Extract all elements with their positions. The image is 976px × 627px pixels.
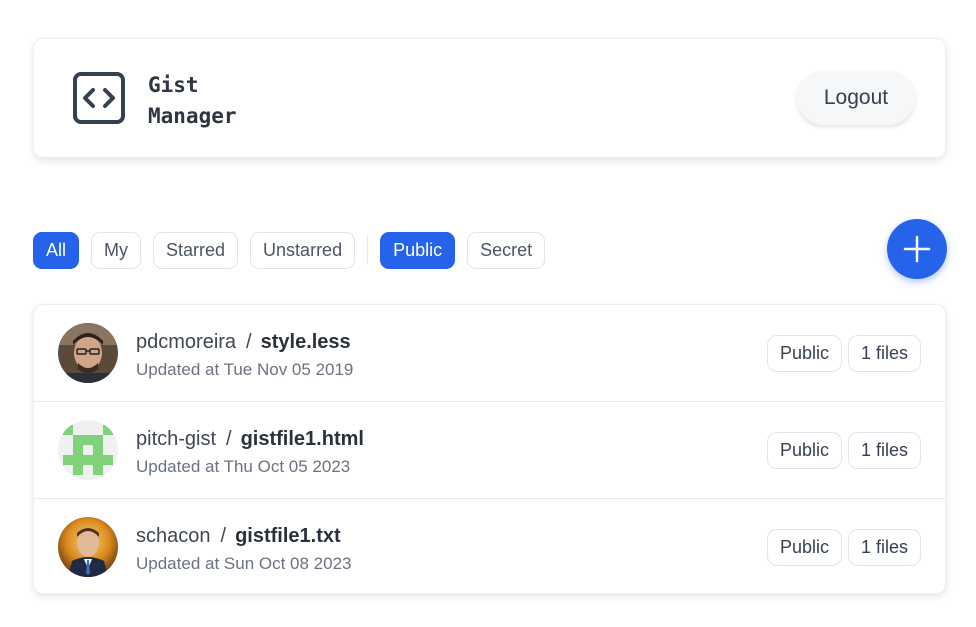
avatar [58, 517, 118, 577]
gist-filename: gistfile1.txt [235, 525, 341, 547]
visibility-badge: Public [766, 335, 842, 372]
gist-owner: pdcmoreira [136, 331, 237, 353]
gist-updated: Updated at Thu Oct 05 2023 [136, 457, 351, 476]
gist-row[interactable]: pitch-gist / gistfile1.html Updated at Thu… [34, 402, 945, 499]
gist-badges: Public 1 files [761, 335, 921, 372]
gist-updated: Updated at Sun Oct 08 2023 [136, 554, 352, 573]
files-badge: 1 files [847, 432, 921, 469]
gist-filename: style.less [260, 331, 351, 353]
filter-bar: All My Starred Unstarred Public Secret [33, 231, 557, 269]
avatar-photo [58, 517, 118, 577]
avatar [58, 420, 118, 480]
files-badge: 1 files [847, 335, 921, 372]
gist-row[interactable]: pdcmoreira / style.less Updated at Tue Nov… [34, 305, 945, 402]
gist-title[interactable]: pdcmoreira / style.less [136, 331, 351, 354]
filter-divider [367, 235, 369, 265]
gist-title[interactable]: schacon / gistfile1.txt [136, 525, 341, 548]
filter-my[interactable]: My [91, 231, 142, 269]
filter-secret[interactable]: Secret [467, 231, 546, 269]
avatar-photo [58, 323, 118, 383]
app-header: Gist Manager Logout [33, 38, 946, 158]
gist-badges: Public 1 files [761, 432, 921, 469]
gist-list: pdcmoreira / style.less Updated at Tue Nov… [33, 304, 946, 594]
logout-button[interactable]: Logout [797, 71, 915, 125]
filter-public[interactable]: Public [380, 231, 456, 269]
page: Gist Manager Logout All My Starred Unsta… [0, 0, 976, 627]
gist-separator: / [226, 428, 232, 450]
files-badge: 1 files [847, 529, 921, 566]
add-gist-button[interactable] [887, 219, 947, 279]
gist-title[interactable]: pitch-gist / gistfile1.html [136, 428, 364, 451]
gist-separator: / [220, 525, 227, 547]
filter-starred[interactable]: Starred [153, 231, 239, 269]
app-title: Gist Manager [148, 73, 237, 128]
gist-owner: schacon [136, 525, 211, 547]
visibility-badge: Public [766, 529, 842, 566]
gist-owner: pitch-gist [136, 428, 217, 450]
gist-separator: / [246, 331, 252, 353]
avatar-identicon [58, 420, 118, 480]
filter-all[interactable]: All [33, 231, 80, 269]
code-brackets-icon [73, 72, 125, 124]
gist-updated: Updated at Tue Nov 05 2019 [136, 360, 354, 379]
gist-row[interactable]: schacon / gistfile1.txt Updated at Sun Oct… [34, 499, 945, 593]
gist-filename: gistfile1.html [240, 428, 364, 450]
avatar [58, 323, 118, 383]
visibility-badge: Public [766, 432, 842, 469]
plus-icon [903, 235, 931, 263]
filter-unstarred[interactable]: Unstarred [250, 231, 356, 269]
gist-badges: Public 1 files [761, 529, 921, 566]
